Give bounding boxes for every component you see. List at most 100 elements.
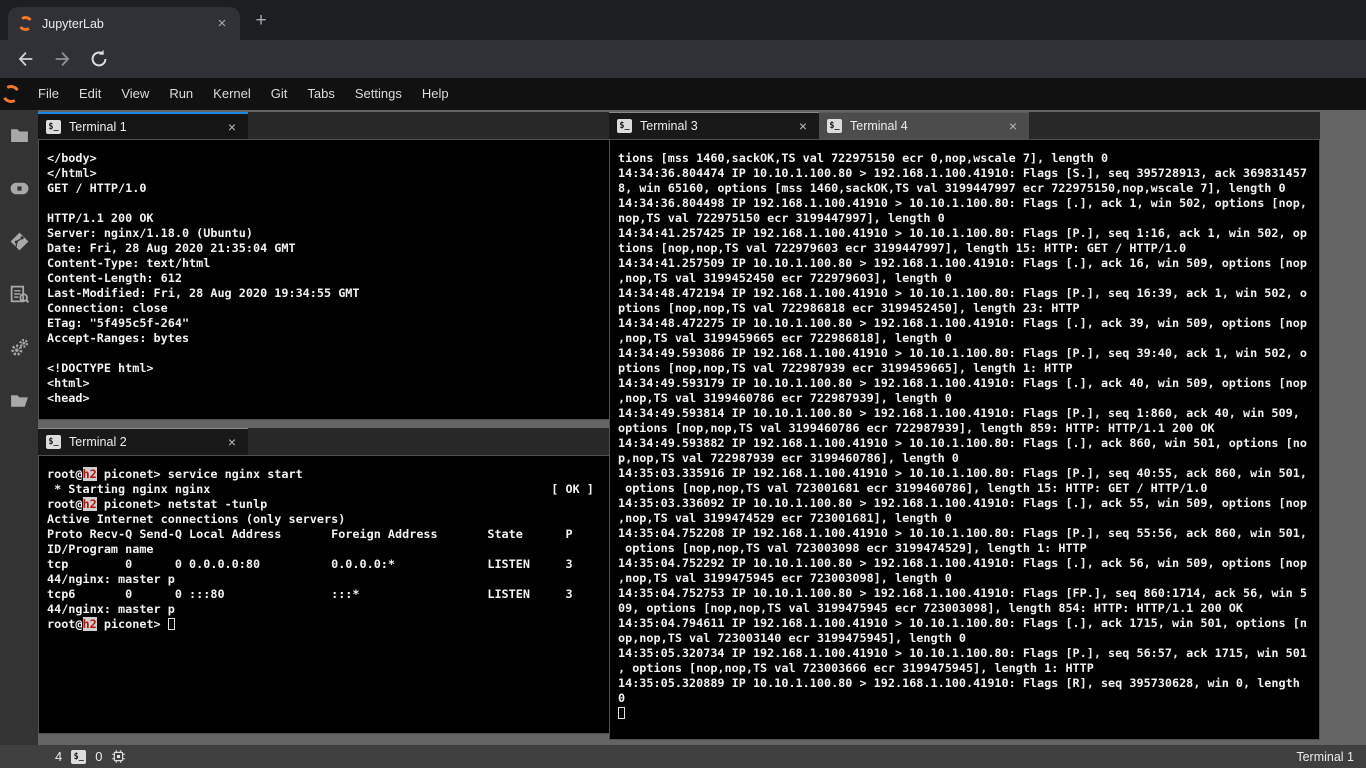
terminal-text-segment: h2 (83, 617, 97, 631)
terminal-line: tions [nop,nop,TS val 722979603 ecr 3199… (618, 241, 1311, 256)
jupyterlab-logo (0, 83, 22, 105)
terminal-line: 14:35:04.752753 IP 10.10.1.100.80 > 192.… (618, 586, 1311, 601)
gears-icon (9, 337, 30, 358)
terminal-text-segment: h2 (83, 497, 97, 511)
terminal-text-segment: piconet> service nginx start (97, 467, 303, 481)
terminal-text-segment: h2 (83, 467, 97, 481)
terminal-line: ,nop,TS val 3199474529 ecr 723001681], l… (618, 511, 1311, 526)
terminal-icon: $_ (46, 120, 61, 134)
terminal-line: root@h2 piconet> (47, 617, 625, 632)
tab-close-icon[interactable]: × (224, 434, 240, 450)
jupyterlab-menubar: FileEditViewRunKernelGitTabsSettingsHelp (0, 78, 1366, 110)
tab-close-icon[interactable]: × (1005, 118, 1021, 134)
terminal-line: 14:34:36.804474 IP 10.10.1.100.80 > 192.… (618, 166, 1311, 181)
tab-terminal-4[interactable]: $_ Terminal 4 × (819, 112, 1029, 139)
back-icon[interactable] (14, 48, 36, 70)
terminal-line: ,nop,TS val 3199460786 ecr 722987939], l… (618, 391, 1311, 406)
terminal-line: 0 (618, 691, 1311, 706)
main-menu: FileEditViewRunKernelGitTabsSettingsHelp (28, 78, 459, 110)
terminal-line: tions [mss 1460,sackOK,TS val 722975150 … (618, 151, 1311, 166)
terminal-line (47, 196, 625, 211)
sidebar-item-open-tabs[interactable] (4, 385, 34, 415)
browser-tabstrip: JupyterLab × + (0, 0, 1366, 40)
terminal-line: ,nop,TS val 3199452450 ecr 722979603], l… (618, 271, 1311, 286)
main-area: $_ Terminal 1 × </body></html>GET / HTTP… (0, 110, 1366, 745)
terminal-line: 14:34:41.257425 IP 192.168.1.100.41910 >… (618, 226, 1311, 241)
terminals-count: 4 (55, 749, 62, 764)
terminal-line: 14:35:03.336092 IP 10.10.1.100.80 > 192.… (618, 496, 1311, 511)
sidebar-item-settings[interactable] (4, 332, 34, 362)
active-widget-label: Terminal 1 (1296, 750, 1354, 764)
terminal-icon: $_ (827, 119, 842, 133)
terminal-line: 14:34:36.804498 IP 192.168.1.100.41910 >… (618, 196, 1311, 211)
terminal-line: Active Internet connections (only server… (47, 512, 625, 527)
terminal-line: nop,TS val 722975150 ecr 3199447997], le… (618, 211, 1311, 226)
menu-item-edit[interactable]: Edit (69, 78, 111, 110)
browser-toolbar: picotest.csc.uvic.ca/user/pan/lab/worksp… (0, 40, 1366, 78)
git-icon (9, 231, 30, 252)
terminal-2-output[interactable]: root@h2 piconet> service nginx start * S… (38, 455, 634, 734)
tab-close-icon[interactable]: × (795, 118, 811, 134)
menu-item-view[interactable]: View (111, 78, 159, 110)
browser-tab-title: JupyterLab (42, 17, 214, 31)
status-bar: 4 $_ 0 Terminal 1 (0, 745, 1366, 768)
terminal-text-segment: root@ (47, 497, 83, 511)
terminal-1-output[interactable]: </body></html>GET / HTTP/1.0 HTTP/1.1 20… (38, 139, 634, 420)
left-sidebar (0, 110, 38, 745)
terminal-line: 44/nginx: master p (47, 572, 625, 587)
terminal-line: 14:34:48.472194 IP 192.168.1.100.41910 >… (618, 286, 1311, 301)
terminal-cursor (168, 618, 175, 630)
sidebar-item-file-browser[interactable] (4, 120, 34, 150)
running-sessions-status[interactable]: 4 $_ 0 (55, 749, 126, 764)
terminal-line: </body> (47, 151, 625, 166)
terminal-line: Date: Fri, 28 Aug 2020 21:35:04 GMT (47, 241, 625, 256)
browser-tab-jupyterlab[interactable]: JupyterLab × (8, 7, 240, 40)
terminal-line: ETag: "5f495c5f-264" (47, 316, 625, 331)
menu-item-git[interactable]: Git (261, 78, 298, 110)
terminal-line: GET / HTTP/1.0 (47, 181, 625, 196)
terminal-icon: $_ (617, 119, 632, 133)
terminal-line: HTTP/1.1 200 OK (47, 211, 625, 226)
tab-close-icon[interactable]: × (224, 119, 240, 135)
menu-item-file[interactable]: File (28, 78, 69, 110)
terminal-line (618, 706, 1311, 721)
menu-item-tabs[interactable]: Tabs (297, 78, 344, 110)
terminal-line: tcp6 0 0 :::80 :::* LISTEN 3 (47, 587, 625, 602)
terminal-line: ptions [nop,nop,TS val 722987939 ecr 319… (618, 361, 1311, 376)
terminal-line: Connection: close (47, 301, 625, 316)
tabbar-right: $_ Terminal 3 × $_ Terminal 4 × (609, 112, 1320, 139)
menu-item-help[interactable]: Help (412, 78, 459, 110)
menu-item-kernel[interactable]: Kernel (203, 78, 261, 110)
reload-icon[interactable] (88, 48, 110, 70)
sidebar-item-git[interactable] (4, 226, 34, 256)
menu-item-run[interactable]: Run (159, 78, 203, 110)
new-tab-button[interactable]: + (252, 12, 270, 30)
terminal-line: 14:35:05.320734 IP 192.168.1.100.41910 >… (618, 646, 1311, 661)
inspector-icon (9, 284, 30, 305)
sidebar-item-running-sessions[interactable] (4, 173, 34, 203)
terminal-text-segment: piconet> (97, 617, 168, 631)
terminal-line: </html> (47, 166, 625, 181)
terminal-3-output[interactable]: tions [mss 1460,sackOK,TS val 722975150 … (609, 139, 1320, 740)
tab-terminal-2[interactable]: $_ Terminal 2 × (38, 428, 248, 455)
terminal-line: <!DOCTYPE html> (47, 361, 625, 376)
terminal-line: Server: nginx/1.18.0 (Ubuntu) (47, 226, 625, 241)
terminal-line: ID/Program name (47, 542, 625, 557)
terminal-text-segment: piconet> netstat -tunlp (97, 497, 267, 511)
terminal-line: 8, win 65160, options [mss 1460,sackOK,T… (618, 181, 1311, 196)
terminal-line: 14:35:03.335916 IP 192.168.1.100.41910 >… (618, 466, 1311, 481)
tab-terminal-3[interactable]: $_ Terminal 3 × (609, 112, 819, 139)
terminal-icon: $_ (71, 750, 86, 764)
tab-terminal-1[interactable]: $_ Terminal 1 × (38, 112, 248, 139)
sidebar-item-inspector[interactable] (4, 279, 34, 309)
terminal-line (47, 346, 625, 361)
terminal-line: 14:35:04.794611 IP 192.168.1.100.41910 >… (618, 616, 1311, 631)
running-sessions-icon (9, 178, 30, 199)
jupyter-favicon (17, 15, 34, 32)
terminal-line: 14:34:49.593086 IP 192.168.1.100.41910 >… (618, 346, 1311, 361)
tab-close-icon[interactable]: × (214, 16, 230, 32)
forward-icon[interactable] (52, 48, 74, 70)
menu-item-settings[interactable]: Settings (345, 78, 412, 110)
terminal-text-segment: root@ (47, 617, 83, 631)
terminal-line: , options [nop,nop,TS val 723003666 ecr … (618, 661, 1311, 676)
